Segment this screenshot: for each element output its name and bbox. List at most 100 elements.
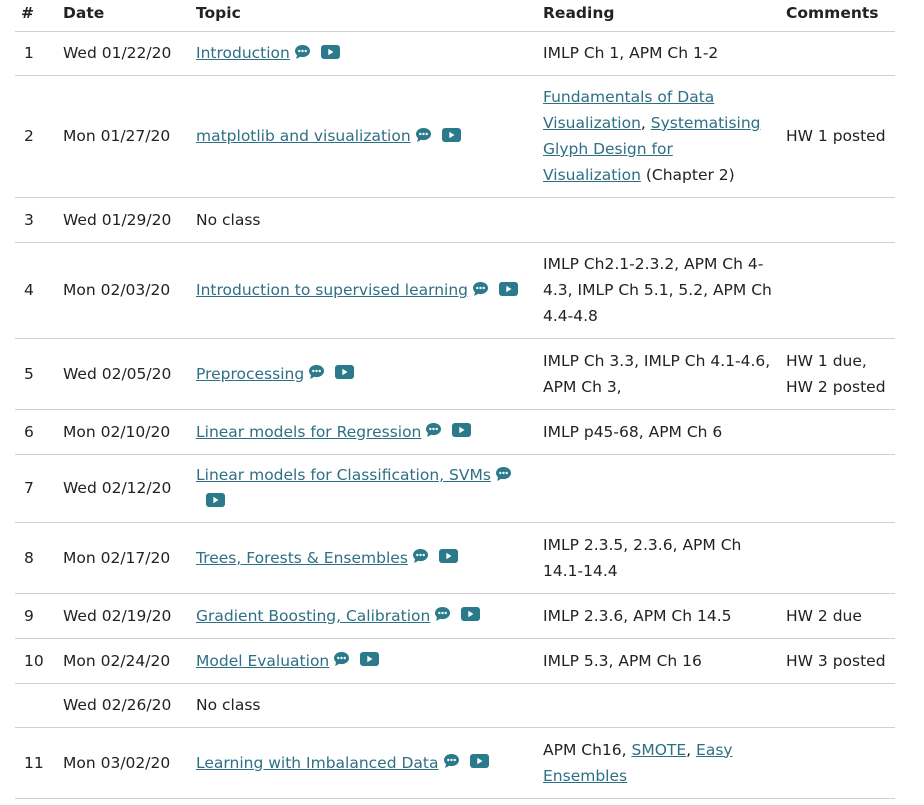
lecture-date: Mon 03/02/20 [57,726,190,799]
video-play-icon[interactable] [320,44,340,59]
lecture-number: 8 [15,521,57,593]
comments-cell [780,196,895,242]
speech-bubble-icon[interactable] [415,127,432,143]
video-play-icon[interactable] [469,754,489,768]
lecture-date: Wed 02/19/20 [57,592,190,638]
reading-text: , [686,740,697,759]
topic-link[interactable]: Learning with Imbalanced Data [196,754,439,772]
table-row: 3 Wed 01/29/20 No class [15,196,895,242]
lecture-number: 2 [15,74,57,197]
topic-cell: No class [190,682,537,727]
topic-link[interactable]: Trees, Forests & Ensembles [196,549,408,567]
video-play-icon[interactable] [360,652,380,666]
comments-cell: HW 3 posted [780,637,895,683]
video-play-icon[interactable] [438,549,458,563]
reading-cell: IMLP Ch 3.3, IMLP Ch 4.1-4.6, APM Ch 3, [537,337,780,409]
topic-cell: Introduction [190,30,537,75]
header-row: # Date Topic Reading Comments [15,0,895,31]
topic-cell: Linear models for Classification, SVMs [190,453,537,522]
comments-cell [780,30,895,75]
comments-cell: HW 1 due, HW 2 posted [780,337,895,409]
topic-link[interactable]: Preprocessing [196,365,304,383]
header-comments: Comments [786,4,879,22]
table-row: 6 Mon 02/10/20 Linear models for Regressio… [15,408,895,454]
lecture-number: 6 [15,408,57,454]
reading-text: IMLP p45-68, APM Ch 6 [543,422,723,441]
speech-bubble-icon[interactable] [308,364,325,380]
table-row: 1 Wed 01/22/20 Introduction IMLP Ch 1, APM … [15,30,895,75]
topic-cell: Preprocessing [190,337,537,409]
topic-cell: matplotlib and visualization [190,74,537,197]
reading-text: IMLP 5.3, APM Ch 16 [543,651,702,670]
speech-bubble-icon[interactable] [412,548,429,564]
speech-bubble-icon[interactable] [443,753,460,769]
lecture-date: Mon 02/17/20 [57,521,190,593]
video-play-icon[interactable] [499,281,519,296]
table-row: 5 Wed 02/05/20 Preprocessing IMLP Ch 3.3, I… [15,337,895,409]
speech-bubble-icon[interactable] [434,606,451,622]
lecture-number: 3 [15,196,57,242]
topic-link[interactable]: Introduction to supervised learning [196,281,468,299]
reading-cell: APM Ch16, SMOTE, Easy Ensembles [537,726,780,799]
reading-cell: IMLP Ch2.1-2.3.2, APM Ch 4-4.3, IMLP Ch … [537,241,780,338]
lecture-number: 9 [15,592,57,638]
lecture-date: Wed 02/26/20 [57,682,190,727]
lecture-number: 10 [15,637,57,683]
table-row: 7 Wed 02/12/20 Linear models for Classific… [15,453,895,522]
lecture-number: 4 [15,241,57,338]
topic-link[interactable]: Introduction [196,44,290,62]
lecture-date: Mon 02/03/20 [57,241,190,338]
comments-cell [780,453,895,522]
header-number: # [21,4,34,22]
header-date: Date [63,4,105,22]
comments-cell: HW 1 posted [780,74,895,197]
speech-bubble-icon[interactable] [294,44,311,60]
speech-bubble-icon[interactable] [472,281,489,297]
reading-text: IMLP Ch2.1-2.3.2, APM Ch 4-4.3, IMLP Ch … [543,255,772,325]
reading-link[interactable]: SMOTE [631,741,686,759]
comments-cell: HW 2 due [780,592,895,638]
reading-text: IMLP Ch 3.3, IMLP Ch 4.1-4.6, APM Ch 3, [543,351,771,396]
reading-cell: IMLP 2.3.5, 2.3.6, APM Ch 14.1-14.4 [537,521,780,593]
reading-cell: IMLP Ch 1, APM Ch 1-2 [537,30,780,75]
header-topic: Topic [196,4,241,22]
reading-text: IMLP Ch 1, APM Ch 1-2 [543,44,719,62]
table-row: Wed 02/26/20 No class [15,682,895,727]
topic-link[interactable]: Linear models for Classification, SVMs [196,466,491,484]
lecture-number: 7 [15,453,57,522]
speech-bubble-icon[interactable] [333,651,350,667]
topic-link[interactable]: matplotlib and visualization [196,127,411,145]
topic-cell: Model Evaluation [190,637,537,683]
comments-cell [780,408,895,454]
video-play-icon[interactable] [461,607,481,621]
reading-cell: IMLP 2.3.6, APM Ch 14.5 [537,592,780,638]
table-row: 2 Mon 01/27/20 matplotlib and visualizatio… [15,74,895,197]
comments-cell [780,682,895,727]
reading-cell: Fundamentals of Data Visualization, Syst… [537,74,780,197]
header-reading: Reading [543,4,615,22]
lecture-date: Wed 01/29/20 [57,196,190,242]
lecture-date: Mon 01/27/20 [57,74,190,197]
topic-link[interactable]: Model Evaluation [196,652,329,670]
topic-cell: Trees, Forests & Ensembles [190,521,537,593]
reading-text: (Chapter 2) [640,166,735,184]
topic-text: No class [196,210,261,229]
lecture-date: Wed 01/22/20 [57,30,190,75]
video-play-icon[interactable] [452,423,472,437]
reading-cell [537,453,780,522]
lecture-date: Wed 02/12/20 [57,453,190,522]
video-play-icon[interactable] [441,127,461,142]
video-play-icon[interactable] [206,492,225,507]
lecture-number [15,682,57,727]
topic-link[interactable]: Gradient Boosting, Calibration [196,607,430,625]
lecture-date: Mon 02/24/20 [57,637,190,683]
table-row: 8 Mon 02/17/20 Trees, Forests & Ensembles I… [15,521,895,593]
video-play-icon[interactable] [335,365,355,379]
lecture-number: 5 [15,337,57,409]
speech-bubble-icon[interactable] [495,466,512,482]
topic-link[interactable]: Linear models for Regression [196,423,421,441]
reading-text: IMLP 2.3.6, APM Ch 14.5 [543,606,732,625]
table-row: 10 Mon 02/24/20 Model Evaluation IMLP 5.3, … [15,637,895,683]
reading-cell [537,682,780,727]
speech-bubble-icon[interactable] [425,422,442,438]
